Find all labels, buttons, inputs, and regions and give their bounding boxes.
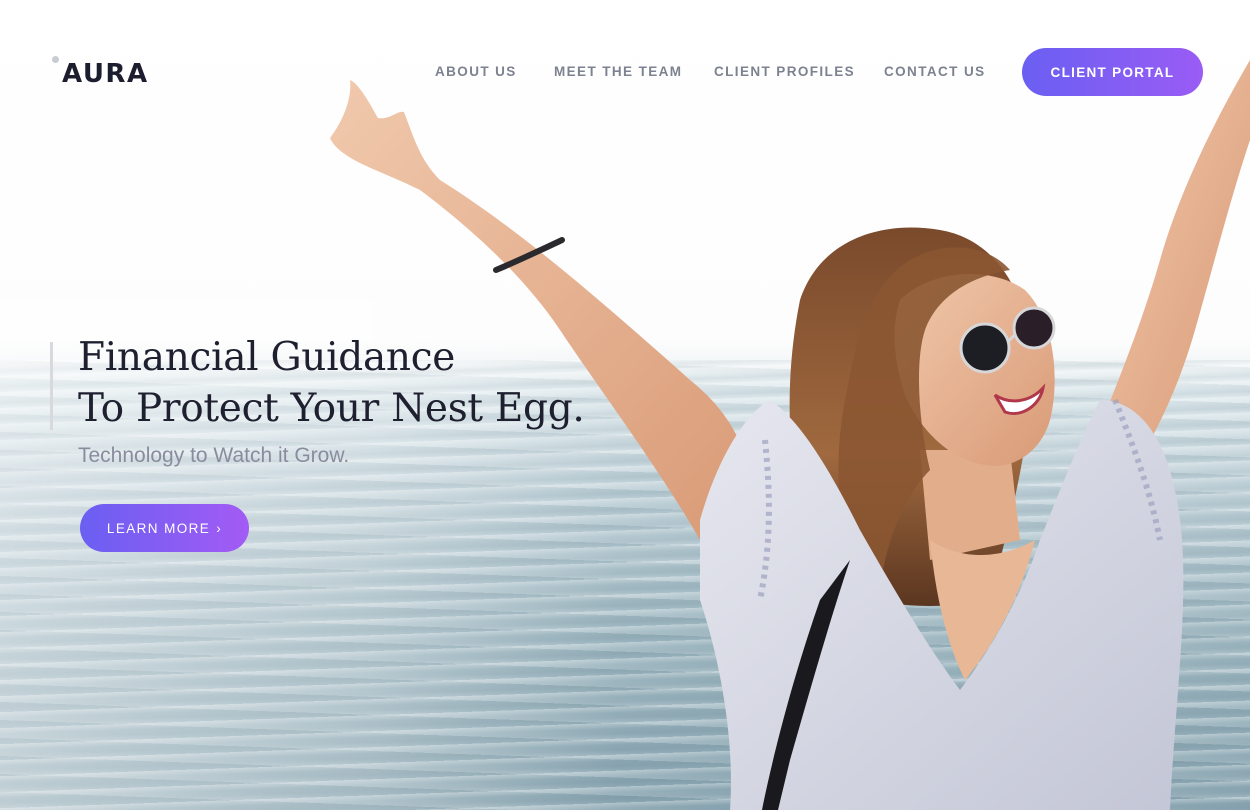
nav-item-meet-the-team[interactable]: MEET THE TEAM xyxy=(554,64,682,79)
learn-more-button[interactable]: LEARN MORE › xyxy=(80,504,249,552)
nav-item-about-us[interactable]: ABOUT US xyxy=(435,64,517,79)
logo-dot-icon xyxy=(52,56,59,63)
hero-title-line-1: Financial Guidance xyxy=(78,335,456,380)
client-portal-button[interactable]: CLIENT PORTAL xyxy=(1022,48,1203,96)
hero-accent-rule xyxy=(50,342,53,430)
brand-name: AURA xyxy=(62,59,149,89)
learn-more-label: LEARN MORE xyxy=(106,520,211,536)
nav-item-contact-us[interactable]: CONTACT US xyxy=(884,64,986,79)
hero-subtitle: Technology to Watch it Grow. xyxy=(78,444,350,467)
chevron-right-icon: › xyxy=(216,520,223,536)
nav-item-client-profiles[interactable]: CLIENT PROFILES xyxy=(714,64,855,79)
hero-title-line-2: To Protect Your Nest Egg. xyxy=(78,386,585,431)
hero-title: Financial Guidance To Protect Your Nest … xyxy=(78,332,585,434)
